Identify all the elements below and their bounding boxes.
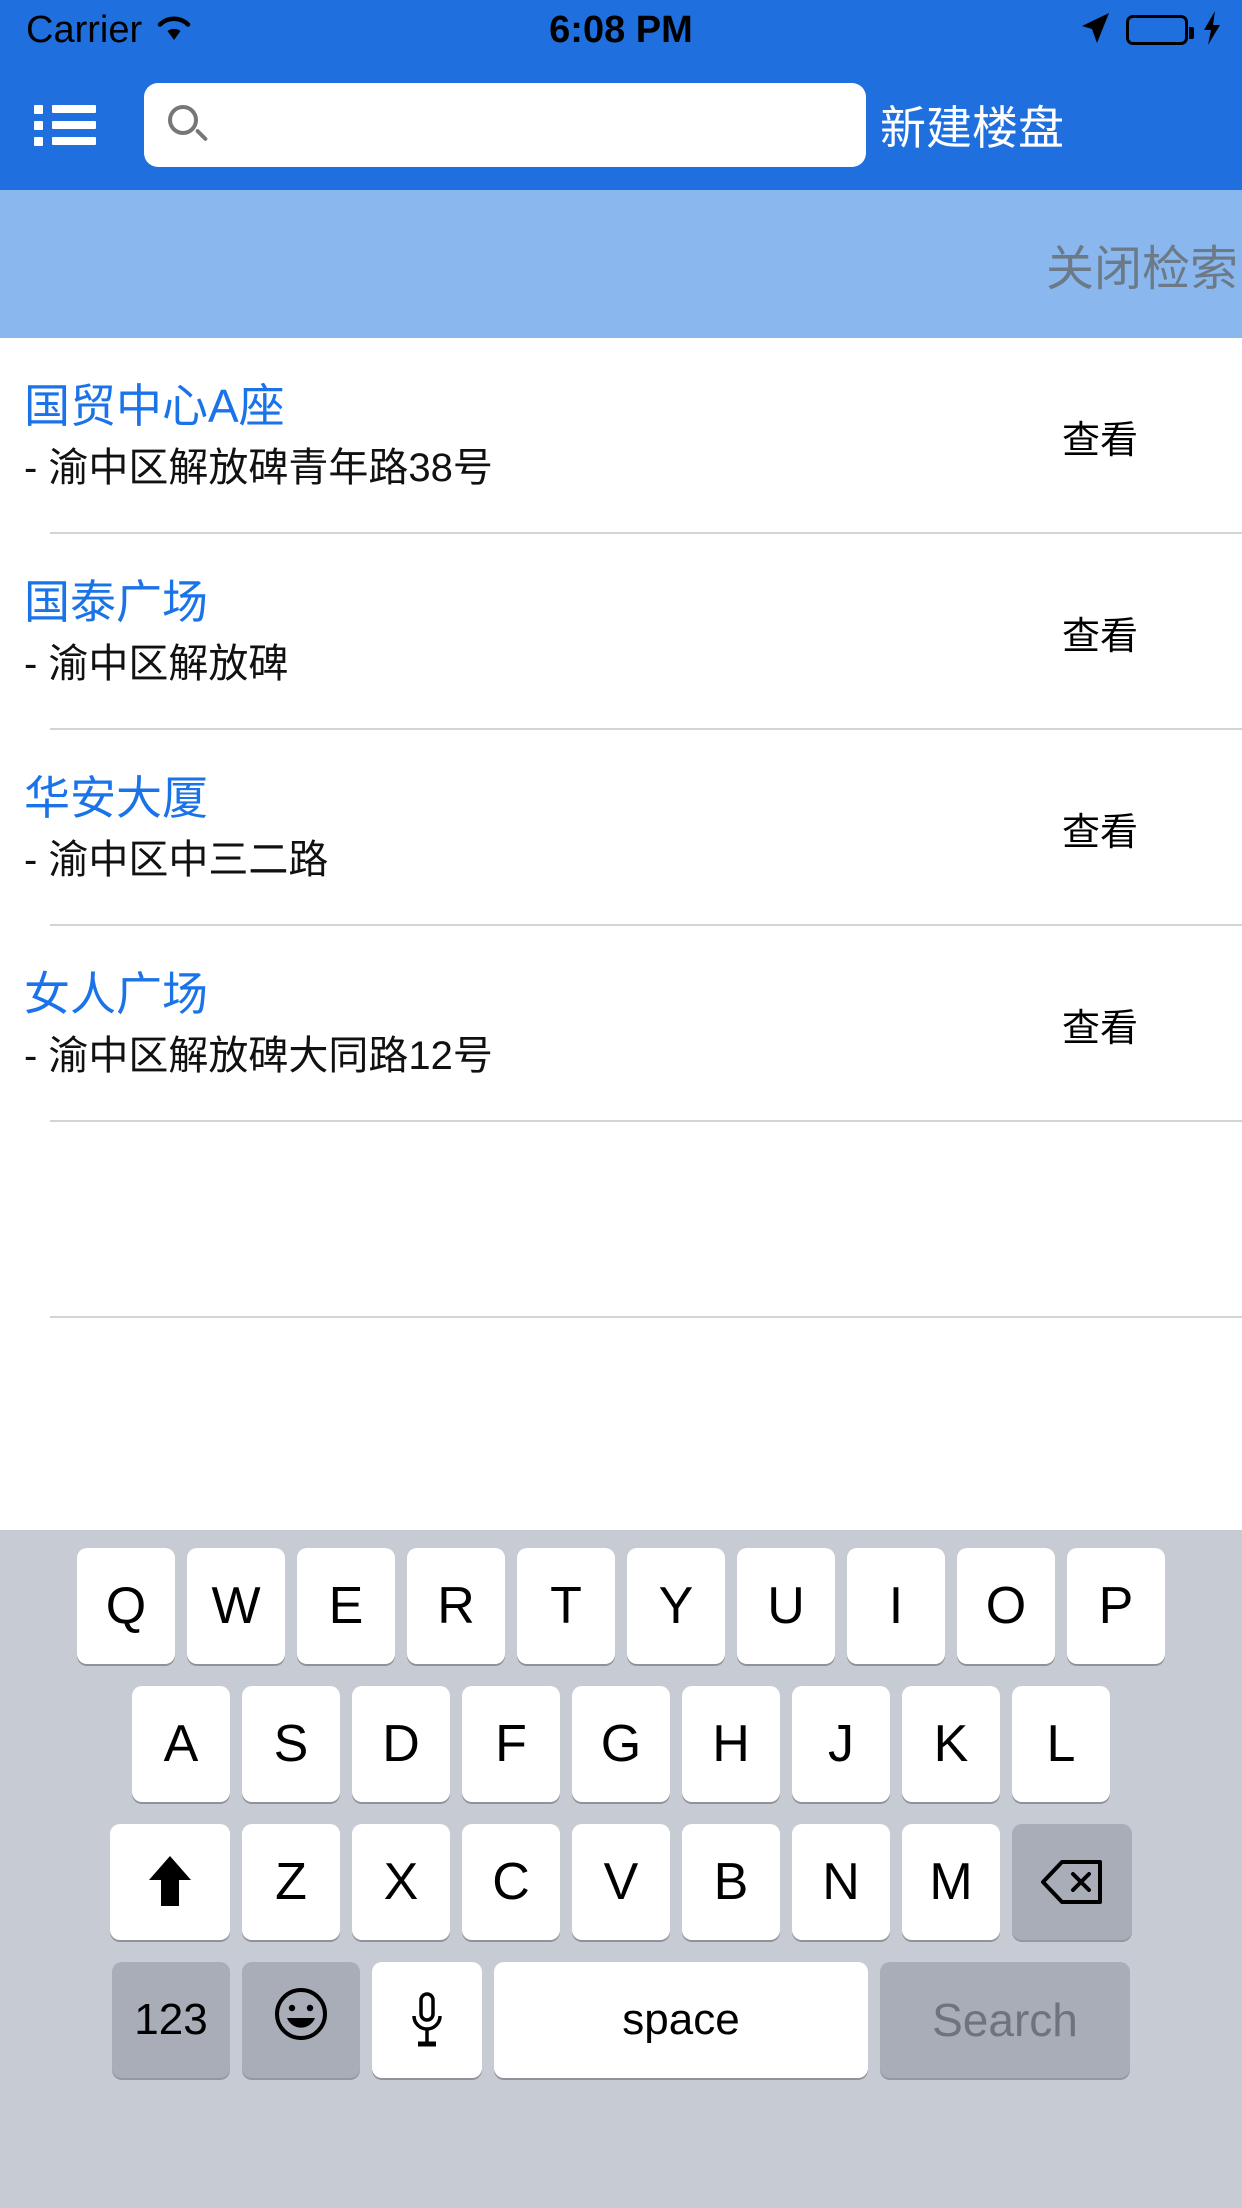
key-f[interactable]: F xyxy=(462,1686,560,1802)
status-bar-right xyxy=(832,10,1242,51)
result-info: 国贸中心A座 - 渝中区解放碑青年路38号 xyxy=(24,379,942,491)
status-bar-left: Carrier xyxy=(0,9,410,52)
keyboard-row-2: A S D F G H J K L xyxy=(0,1686,1242,1802)
view-button[interactable]: 查看 xyxy=(942,997,1242,1052)
search-icon xyxy=(166,103,210,147)
key-j[interactable]: J xyxy=(792,1686,890,1802)
space-key[interactable]: space xyxy=(494,1962,868,2078)
result-info: 女人广场 - 渝中区解放碑大同路12号 xyxy=(24,967,942,1079)
key-y[interactable]: Y xyxy=(627,1548,725,1664)
emoji-key[interactable] xyxy=(242,1962,360,2078)
wifi-icon xyxy=(154,12,194,49)
key-o[interactable]: O xyxy=(957,1548,1055,1664)
result-title: 华安大厦 xyxy=(24,771,208,824)
result-title: 国泰广场 xyxy=(24,575,208,628)
table-row[interactable]: 国泰广场 - 渝中区解放碑 查看 xyxy=(0,534,1242,730)
delete-key[interactable] xyxy=(1012,1824,1132,1940)
result-title: 女人广场 xyxy=(24,967,208,1020)
key-x[interactable]: X xyxy=(352,1824,450,1940)
keyboard-row-3: Z X C V B N M xyxy=(0,1824,1242,1940)
phone-screen: Carrier 6:08 PM 新建楼盘 关闭检索 国贸中心A座 - 渝中区解放… xyxy=(0,0,1242,2208)
result-info: 华安大厦 - 渝中区中三二路 xyxy=(24,771,942,883)
key-z[interactable]: Z xyxy=(242,1824,340,1940)
key-u[interactable]: U xyxy=(737,1548,835,1664)
key-h[interactable]: H xyxy=(682,1686,780,1802)
search-results-list: 国贸中心A座 - 渝中区解放碑青年路38号 查看 国泰广场 - 渝中区解放碑 查… xyxy=(0,338,1242,1528)
key-p[interactable]: P xyxy=(1067,1548,1165,1664)
result-address: - 渝中区解放碑青年路38号 xyxy=(24,446,493,491)
list-menu-icon xyxy=(34,98,96,153)
result-address: - 渝中区解放碑大同路12号 xyxy=(24,1034,493,1079)
search-banner: 关闭检索 xyxy=(0,190,1242,338)
shift-arrow-icon xyxy=(147,1854,193,1910)
key-k[interactable]: K xyxy=(902,1686,1000,1802)
key-r[interactable]: R xyxy=(407,1548,505,1664)
keyboard-row-1: Q W E R T Y U I O P xyxy=(0,1548,1242,1664)
view-button[interactable]: 查看 xyxy=(942,801,1242,856)
search-return-key[interactable]: Search xyxy=(880,1962,1130,2078)
status-bar: Carrier 6:08 PM xyxy=(0,0,1242,60)
key-s[interactable]: S xyxy=(242,1686,340,1802)
key-a[interactable]: A xyxy=(132,1686,230,1802)
search-input[interactable] xyxy=(220,102,844,148)
key-t[interactable]: T xyxy=(517,1548,615,1664)
key-l[interactable]: L xyxy=(1012,1686,1110,1802)
view-button[interactable]: 查看 xyxy=(942,605,1242,660)
view-button[interactable]: 查看 xyxy=(942,409,1242,464)
key-c[interactable]: C xyxy=(462,1824,560,1940)
key-b[interactable]: B xyxy=(682,1824,780,1940)
key-d[interactable]: D xyxy=(352,1686,450,1802)
table-row[interactable]: 国贸中心A座 - 渝中区解放碑青年路38号 查看 xyxy=(0,338,1242,534)
empty-row xyxy=(0,1122,1242,1318)
key-n[interactable]: N xyxy=(792,1824,890,1940)
result-address: - 渝中区中三二路 xyxy=(24,838,329,883)
location-arrow-icon xyxy=(1078,10,1112,51)
numbers-key[interactable]: 123 xyxy=(112,1962,230,2078)
search-box[interactable] xyxy=(144,83,866,167)
table-row[interactable]: 华安大厦 - 渝中区中三二路 查看 xyxy=(0,730,1242,926)
lightning-bolt-icon xyxy=(1202,10,1222,50)
table-row[interactable]: 女人广场 - 渝中区解放碑大同路12号 查看 xyxy=(0,926,1242,1122)
key-e[interactable]: E xyxy=(297,1548,395,1664)
key-m[interactable]: M xyxy=(902,1824,1000,1940)
shift-key[interactable] xyxy=(110,1824,230,1940)
result-info: 国泰广场 - 渝中区解放碑 xyxy=(24,575,942,687)
backspace-delete-icon xyxy=(1040,1858,1104,1906)
menu-button[interactable] xyxy=(0,60,130,190)
key-v[interactable]: V xyxy=(572,1824,670,1940)
smiley-face-icon xyxy=(273,1986,329,2055)
key-w[interactable]: W xyxy=(187,1548,285,1664)
row-divider xyxy=(50,1316,1242,1318)
new-property-button[interactable]: 新建楼盘 xyxy=(874,92,1078,158)
battery-icon xyxy=(1125,15,1194,45)
carrier-label: Carrier xyxy=(26,8,143,51)
key-i[interactable]: I xyxy=(847,1548,945,1664)
result-address: - 渝中区解放碑 xyxy=(24,642,289,687)
key-g[interactable]: G xyxy=(572,1686,670,1802)
result-title: 国贸中心A座 xyxy=(24,379,285,432)
close-search-button[interactable]: 关闭检索 xyxy=(1046,229,1242,299)
navigation-bar: 新建楼盘 xyxy=(0,60,1242,190)
dictation-key[interactable] xyxy=(372,1962,482,2078)
status-bar-time: 6:08 PM xyxy=(549,8,693,51)
microphone-icon xyxy=(407,1990,447,2050)
key-q[interactable]: Q xyxy=(77,1548,175,1664)
keyboard-row-4: 123 space Search xyxy=(0,1962,1242,2078)
on-screen-keyboard: Q W E R T Y U I O P A S D F G H J K L Z … xyxy=(0,1530,1242,2208)
